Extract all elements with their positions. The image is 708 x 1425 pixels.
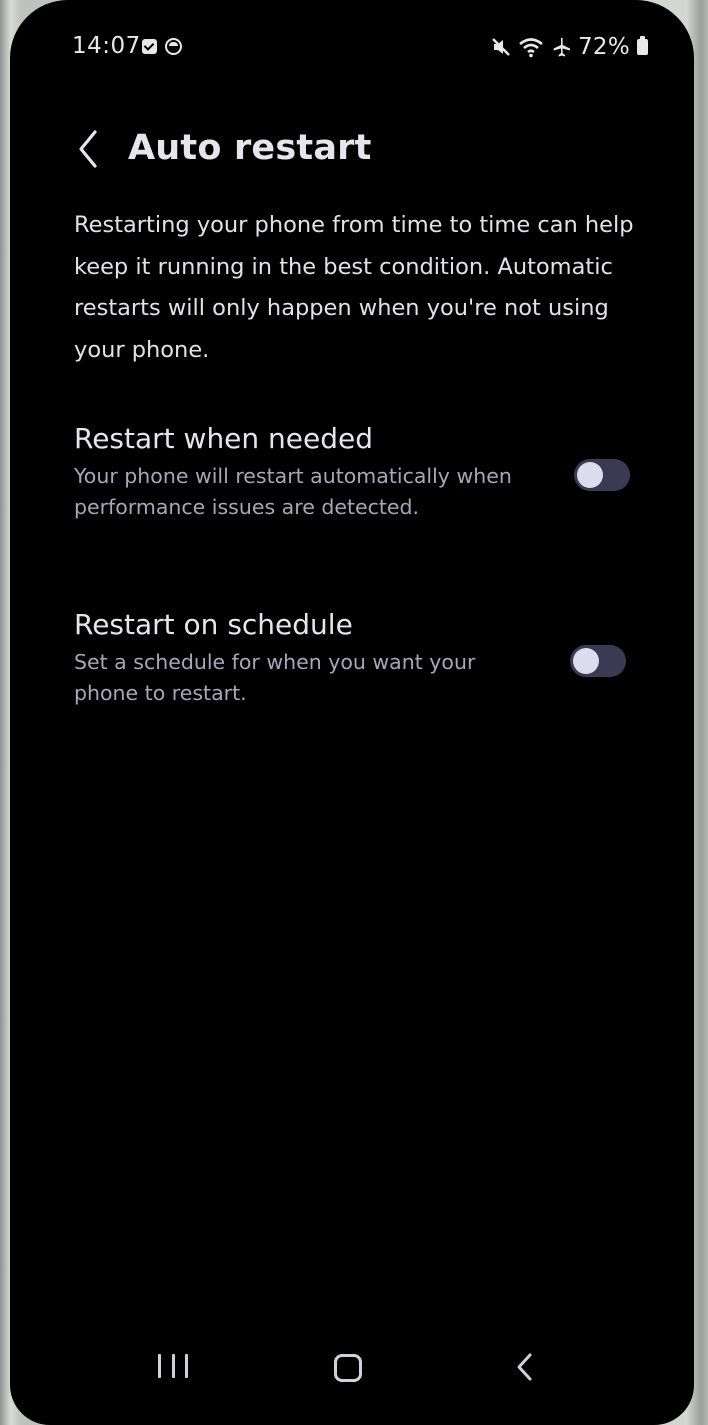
airplane-icon xyxy=(550,36,572,58)
wifi-icon xyxy=(518,36,544,58)
mute-icon xyxy=(490,36,512,58)
setting-description: Your phone will restart automatically wh… xyxy=(74,464,512,519)
page-title: Auto restart xyxy=(128,128,372,168)
restart-when-needed-toggle[interactable] xyxy=(574,459,630,491)
setting-restart-on-schedule[interactable]: Restart on schedule Set a schedule for w… xyxy=(74,606,664,716)
setting-title: Restart on schedule xyxy=(74,608,353,641)
setting-title: Restart when needed xyxy=(74,422,374,455)
page-description: Restarting your phone from time to time … xyxy=(74,212,634,363)
phone-screen: 14:07 72% Auto restart Restarting your p… xyxy=(10,0,694,1425)
back-button[interactable] xyxy=(68,126,108,176)
battery-percent: 72% xyxy=(577,34,630,60)
setting-restart-when-needed[interactable]: Restart when needed Your phone will rest… xyxy=(74,420,664,530)
circle-icon xyxy=(165,38,182,55)
header: Auto restart xyxy=(10,118,694,188)
chevron-left-icon xyxy=(76,129,100,173)
status-bar: 14:07 72% xyxy=(10,30,694,66)
toggle-knob xyxy=(577,462,603,488)
recents-icon[interactable] xyxy=(158,1354,188,1380)
checklist-icon xyxy=(142,39,157,54)
phone-frame: 14:07 72% Auto restart Restarting your p… xyxy=(0,0,708,1425)
back-icon[interactable] xyxy=(510,1352,540,1382)
setting-description: Set a schedule for when you want your ph… xyxy=(74,650,476,705)
navigation-bar xyxy=(10,1340,694,1400)
toggle-knob xyxy=(573,648,599,674)
battery-icon xyxy=(637,36,648,55)
status-left-icons xyxy=(142,38,182,55)
home-icon[interactable] xyxy=(334,1354,362,1382)
status-time: 14:07 xyxy=(72,33,141,59)
restart-on-schedule-toggle[interactable] xyxy=(570,645,626,677)
status-right-icons: 72% xyxy=(490,34,648,60)
